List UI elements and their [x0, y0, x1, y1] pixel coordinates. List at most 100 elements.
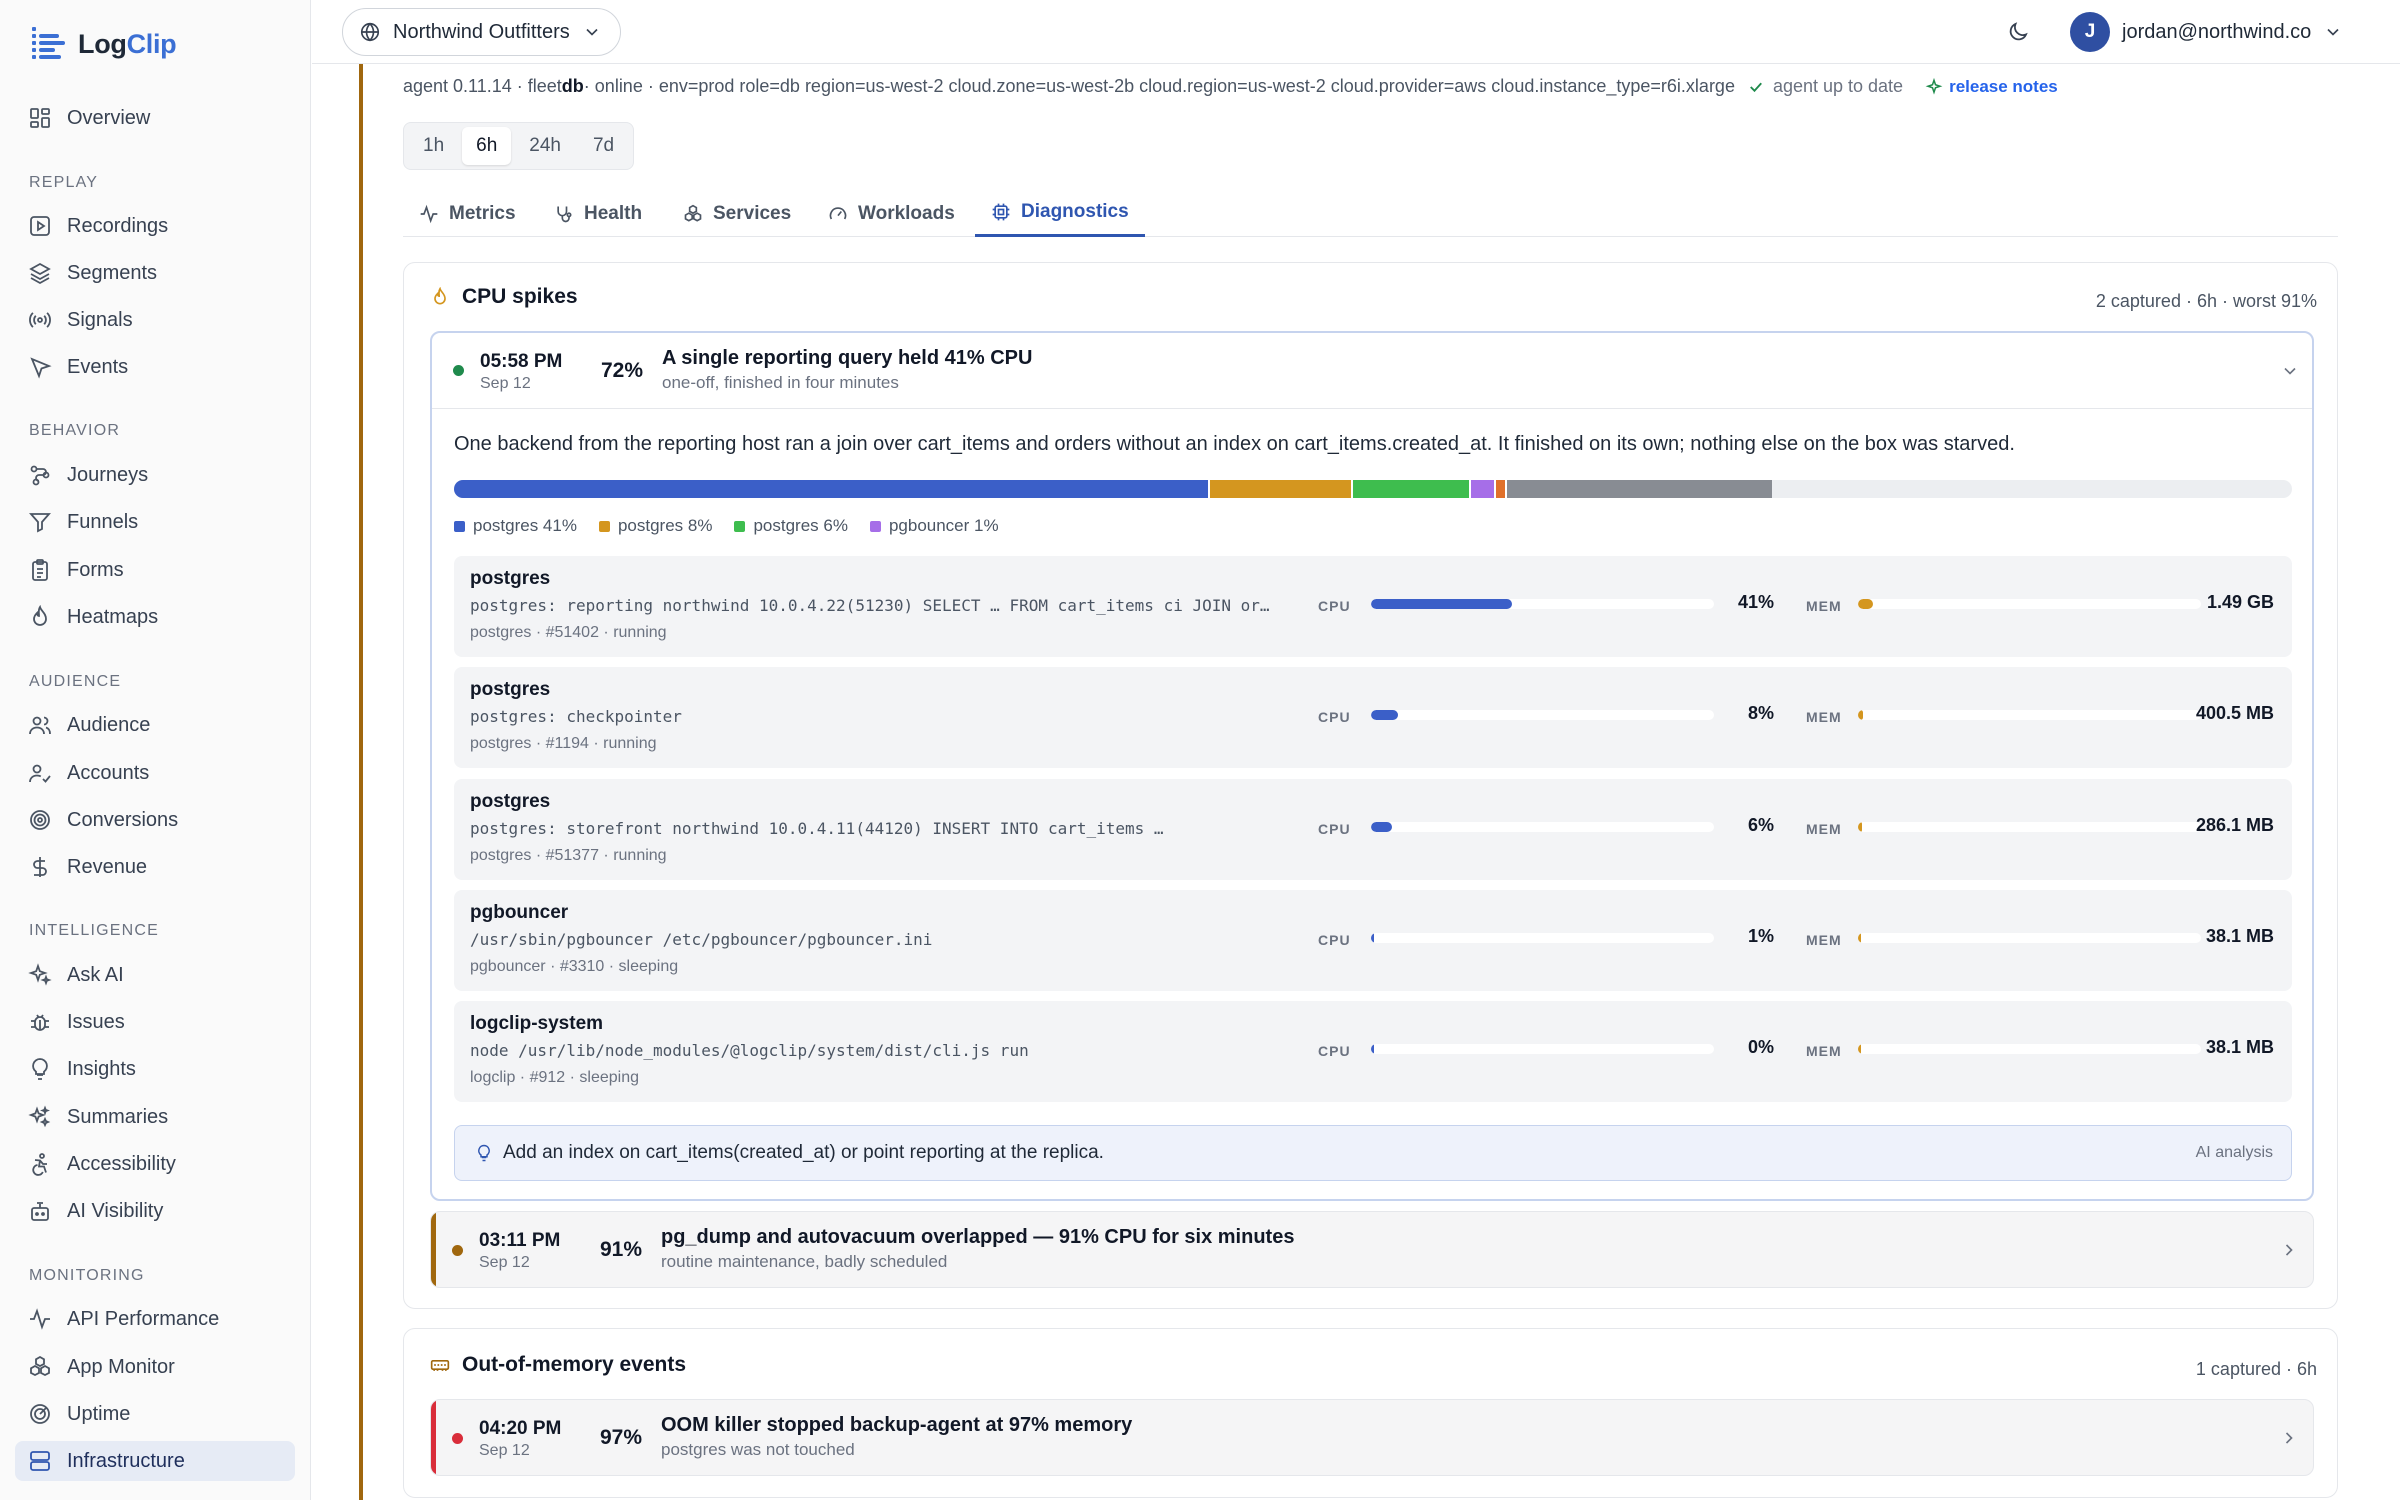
event-date: Sep 12 — [479, 1254, 530, 1271]
process-row[interactable]: postgres postgres: reporting northwind 10… — [454, 556, 2292, 657]
sidebar-item-events[interactable]: Events — [15, 347, 295, 387]
sidebar-item-uptime[interactable]: Uptime — [15, 1394, 295, 1434]
sidebar-item-recordings[interactable]: Recordings — [15, 206, 295, 246]
event-date: Sep 12 — [480, 375, 531, 392]
sidebar-item-ask-ai[interactable]: Ask AI — [15, 955, 295, 995]
process-row[interactable]: logclip-system node /usr/lib/node_modules… — [454, 1001, 2292, 1102]
logo-text-accent: Clip — [126, 28, 177, 59]
event-description: One backend from the reporting host ran … — [454, 433, 2015, 455]
process-meta: postgres · #1194 · running — [470, 735, 657, 752]
process-meta: pgbouncer · #3310 · sleeping — [470, 958, 679, 975]
status-dot — [452, 1245, 463, 1256]
sidebar-item-revenue[interactable]: Revenue — [15, 847, 295, 887]
cpu-breakdown-segment — [1207, 480, 1351, 498]
process-command: /usr/sbin/pgbouncer /etc/pgbouncer/pgbou… — [470, 930, 933, 949]
funnel-icon — [29, 513, 51, 533]
process-row[interactable]: pgbouncer/usr/sbin/pgbouncer /etc/pgboun… — [454, 890, 2292, 991]
sidebar-item-label: Issues — [67, 1010, 125, 1033]
cpu-spike-event-collapsed[interactable]: 03:11 PM Sep 12 91% pg_dump and autovacu… — [430, 1211, 2314, 1288]
legend-swatch — [734, 520, 746, 532]
sidebar-item-accessibility[interactable]: Accessibility — [15, 1144, 295, 1184]
cpu-label: CPU — [1318, 932, 1351, 948]
cubes-icon — [684, 204, 702, 222]
cpu-usage-fill — [1371, 933, 1375, 943]
user-check-icon — [29, 764, 51, 783]
mem-usage-fill — [1858, 1044, 1862, 1054]
event-header[interactable]: 05:58 PM Sep 12 72% A single reporting q… — [432, 333, 2312, 409]
range-1h[interactable]: 1h — [409, 127, 458, 165]
radar-icon — [30, 1404, 50, 1424]
chevron-down-icon[interactable] — [2280, 361, 2300, 381]
sidebar-item-summaries[interactable]: Summaries — [15, 1097, 295, 1137]
sidebar-item-conversions[interactable]: Conversions — [15, 800, 295, 840]
process-command: postgres: storefront northwind 10.0.4.11… — [470, 819, 1164, 838]
sidebar-item-heatmaps[interactable]: Heatmaps — [15, 597, 295, 637]
process-name: postgres — [470, 568, 551, 589]
mem-value: 38.1 MB — [2205, 926, 2274, 946]
sidebar-item-label: Audience — [67, 713, 151, 736]
process-row[interactable]: postgres postgres: checkpointer postgres ·… — [454, 667, 2292, 768]
tab-workloads[interactable]: Workloads — [812, 190, 971, 237]
sidebar-item-label: Heatmaps — [67, 605, 159, 628]
cpu-value: 8% — [1747, 703, 1774, 723]
tab-metrics[interactable]: Metrics — [403, 190, 532, 237]
cpu-usage-bar — [1371, 599, 1714, 609]
mem-usage-fill — [1858, 710, 1864, 720]
user-menu[interactable]: J jordan@northwind.co — [2070, 12, 2343, 52]
host-meta-prefix: agent 0.11.14 · fleet — [403, 76, 562, 96]
sidebar-item-infrastructure[interactable]: Infrastructure — [15, 1441, 295, 1481]
sidebar-item-accounts[interactable]: Accounts — [15, 753, 295, 793]
legend-label: postgres 6% — [753, 516, 848, 535]
sidebar-item-label: Conversions — [67, 808, 179, 831]
sidebar-item-funnels[interactable]: Funnels — [15, 502, 295, 542]
release-notes-label: release notes — [1949, 76, 2058, 96]
release-notes-link[interactable]: release notes — [1925, 77, 2058, 97]
cpu-usage-fill — [1371, 822, 1392, 832]
event-accent — [431, 1400, 436, 1475]
sidebar-item-signals[interactable]: Signals — [15, 300, 295, 340]
sidebar-item-overview[interactable]: Overview — [15, 98, 295, 138]
tab-health[interactable]: Health — [538, 190, 658, 237]
sidebar-item-ai-visibility[interactable]: AI Visibility — [15, 1191, 295, 1231]
sidebar-item-insights[interactable]: Insights — [15, 1049, 295, 1089]
event-title: A single reporting query held 41% CPU — [662, 347, 1033, 369]
legend-item: pgbouncer 1% — [869, 516, 999, 536]
sidebar-item-label: API Performance — [67, 1307, 220, 1330]
sidebar-item-forms[interactable]: Forms — [15, 550, 295, 590]
ai-analysis-tag: AI analysis — [2195, 1144, 2273, 1161]
sidebar-item-app-monitor[interactable]: App Monitor — [15, 1347, 295, 1387]
cpu-label: CPU — [1318, 1043, 1351, 1059]
process-row[interactable]: postgres postgres: storefront northwind 1… — [454, 779, 2292, 880]
sidebar-item-label: Events — [67, 355, 129, 378]
cpu-usage-fill — [1371, 599, 1512, 609]
oom-event-row[interactable]: 04:20 PM Sep 12 97% OOM killer stopped b… — [430, 1399, 2314, 1476]
range-7d[interactable]: 7d — [579, 127, 628, 165]
event-peak-pct: 72% — [601, 359, 644, 382]
sidebar-item-label: Funnels — [67, 510, 139, 533]
sidebar-item-api-performance[interactable]: API Performance — [15, 1299, 295, 1339]
logo[interactable]: LogClip — [28, 24, 177, 64]
legend-label: postgres 41% — [473, 516, 577, 535]
sidebar-item-segments[interactable]: Segments — [15, 253, 295, 293]
tab-services[interactable]: Services — [667, 190, 807, 237]
grid-icon — [30, 108, 50, 128]
chevron-right-icon — [2285, 1432, 2293, 1444]
flame-icon — [33, 605, 47, 626]
tab-diagnostics[interactable]: Diagnostics — [975, 190, 1145, 237]
org-selector[interactable]: Northwind Outfitters — [342, 8, 621, 56]
range-6h[interactable]: 6h — [462, 127, 512, 165]
sidebar-item-label: Recordings — [67, 214, 169, 237]
sidebar-section-audience: AUDIENCE — [29, 673, 122, 690]
status-dot — [452, 1433, 463, 1444]
sidebar-item-issues[interactable]: Issues — [15, 1002, 295, 1042]
process-meta: postgres · #51402 · running — [470, 624, 667, 641]
sidebar-item-journeys[interactable]: Journeys — [15, 455, 295, 495]
event-time: 05:58 PM — [480, 351, 563, 372]
sidebar-section-intelligence: INTELLIGENCE — [29, 922, 159, 939]
theme-toggle[interactable] — [2002, 16, 2034, 48]
sidebar-item-audience[interactable]: Audience — [15, 705, 295, 745]
range-24h[interactable]: 24h — [515, 127, 575, 165]
sparkle-icon — [1925, 77, 1943, 95]
legend-label: pgbouncer 1% — [888, 516, 999, 535]
logo-text: LogClip — [78, 28, 177, 60]
